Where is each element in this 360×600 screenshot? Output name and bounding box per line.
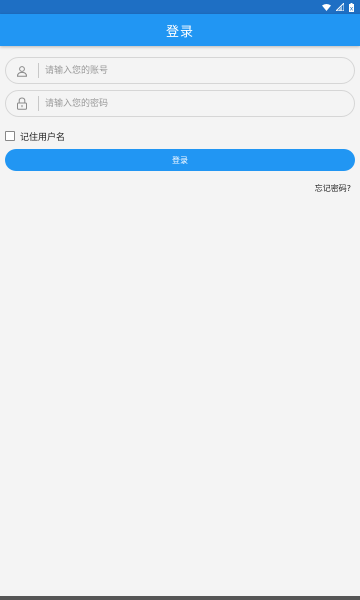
forgot-password-link[interactable]: 忘记密码? — [315, 183, 351, 194]
password-input[interactable] — [39, 91, 354, 116]
remember-checkbox[interactable] — [5, 131, 15, 141]
page-title: 登录 — [165, 24, 194, 40]
remember-label: 记住用户名 — [20, 132, 66, 143]
password-field[interactable] — [5, 90, 355, 117]
lock-icon — [6, 91, 38, 116]
account-input[interactable] — [39, 58, 354, 83]
status-bar: x — [0, 0, 360, 14]
wifi-icon — [322, 3, 331, 11]
battery-icon: x — [349, 2, 354, 12]
account-field[interactable] — [5, 57, 355, 84]
svg-text:x: x — [350, 5, 354, 12]
remember-username[interactable]: 记住用户名 — [5, 130, 66, 143]
login-button[interactable]: 登录 — [5, 149, 355, 171]
signal-icon — [336, 3, 344, 11]
user-icon — [6, 58, 38, 83]
app-bar: 登录 — [0, 14, 360, 46]
bottom-divider — [0, 596, 360, 600]
